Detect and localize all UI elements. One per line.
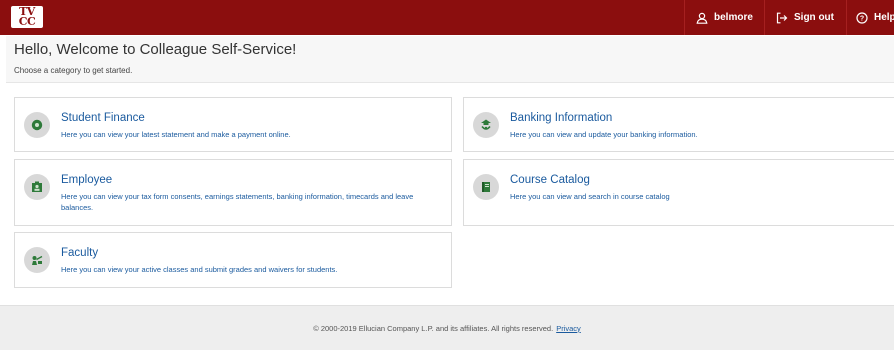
copyright-text: © 2000-2019 Ellucian Company L.P. and it…: [313, 323, 554, 333]
logo-text: TV CC: [18, 5, 36, 28]
category-description: Here you can view your active classes an…: [61, 265, 338, 274]
page-title: Hello, Welcome to Colleague Self-Service…: [14, 41, 297, 58]
category-card-faculty[interactable]: Faculty Here you can view your active cl…: [14, 232, 452, 288]
category-card-employee[interactable]: Employee Here you can view your tax form…: [14, 159, 452, 226]
nav-divider: [684, 0, 685, 35]
user-menu-button[interactable]: belmore: [696, 0, 753, 35]
svg-text:?: ?: [860, 15, 864, 22]
privacy-link[interactable]: Privacy: [556, 324, 581, 333]
category-card-student-finance[interactable]: Student Finance Here you can view your l…: [14, 97, 452, 152]
category-title[interactable]: Student Finance: [61, 112, 145, 124]
employee-icon: [24, 174, 50, 200]
sign-out-label: Sign out: [794, 12, 834, 23]
category-description: Here you can view and update your bankin…: [510, 130, 698, 139]
institution-logo[interactable]: TV CC: [11, 6, 43, 28]
category-title[interactable]: Course Catalog: [510, 174, 590, 186]
catalog-icon: [473, 174, 499, 200]
category-title[interactable]: Banking Information: [510, 112, 612, 124]
user-name-label: belmore: [714, 12, 753, 23]
category-description: Here you can view your latest statement …: [61, 130, 291, 139]
faculty-icon: [24, 247, 50, 273]
help-button[interactable]: ? Help: [856, 0, 894, 35]
page-footer: © 2000-2019 Ellucian Company L.P. and it…: [0, 305, 894, 350]
category-title[interactable]: Faculty: [61, 247, 98, 259]
help-label: Help: [874, 12, 894, 23]
sign-out-button[interactable]: Sign out: [776, 0, 834, 35]
category-description: Here you can view your tax form consents…: [61, 192, 414, 212]
user-icon: [696, 12, 708, 24]
nav-divider: [846, 0, 847, 35]
category-card-course-catalog[interactable]: Course Catalog Here you can view and sea…: [463, 159, 894, 226]
sign-out-icon: [776, 12, 788, 24]
money-icon: [24, 112, 50, 138]
nav-divider: [764, 0, 765, 35]
category-card-banking-information[interactable]: Banking Information Here you can view an…: [463, 97, 894, 152]
top-navigation-bar: TV CC belmore Sign out ? Help: [0, 0, 894, 35]
category-description: Here you can view and search in course c…: [510, 192, 670, 201]
category-title[interactable]: Employee: [61, 174, 112, 186]
help-icon: ?: [856, 11, 868, 24]
page-subtitle: Choose a category to get started.: [14, 66, 133, 75]
banking-icon: [473, 112, 499, 138]
welcome-panel: Hello, Welcome to Colleague Self-Service…: [6, 36, 894, 83]
